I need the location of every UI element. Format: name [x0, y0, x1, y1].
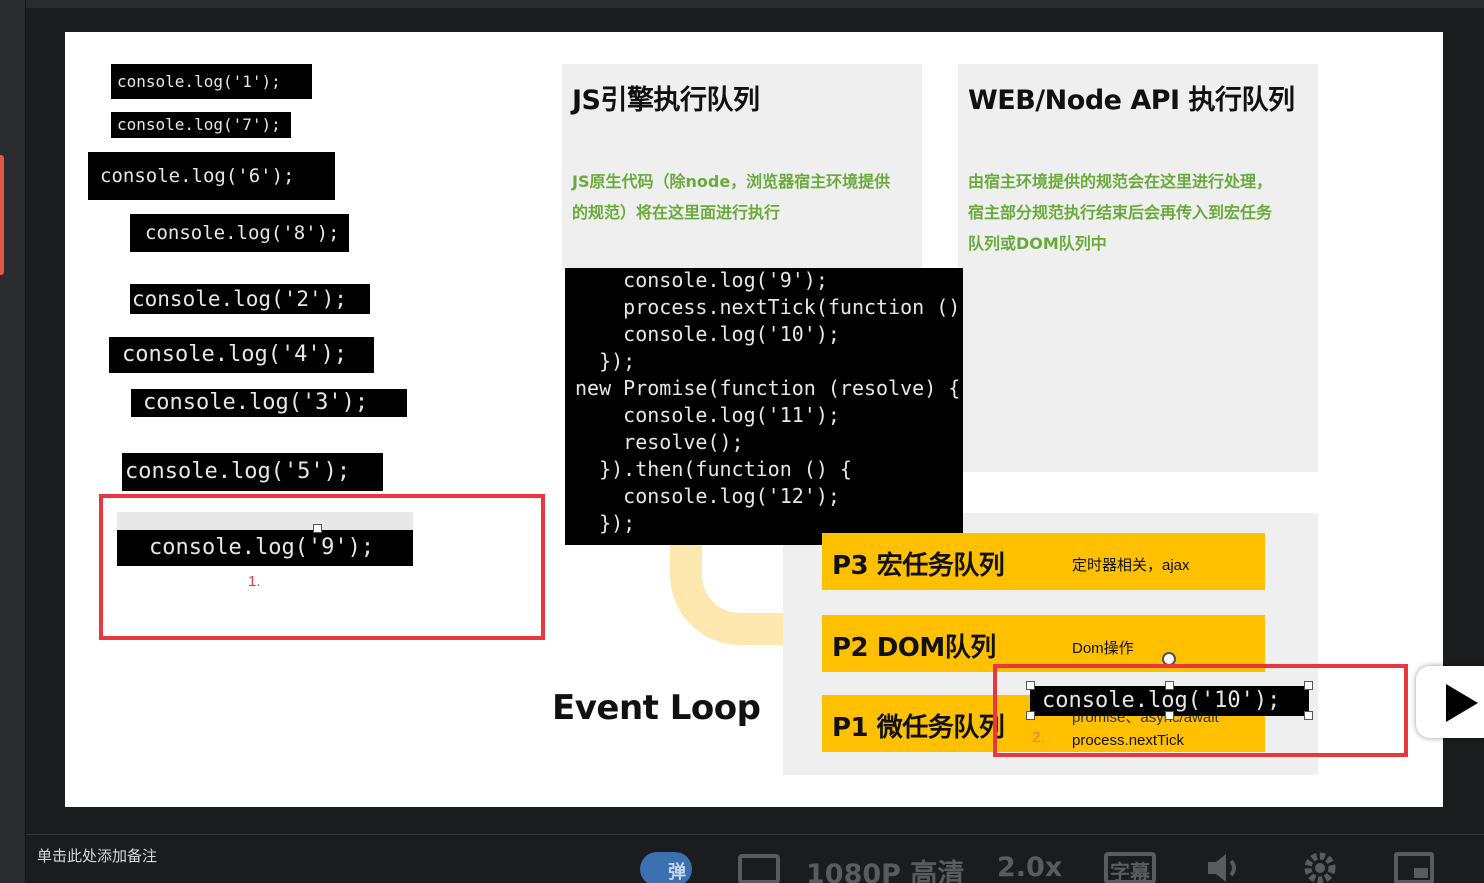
queue-label: P1 微任务队列 [832, 713, 1005, 743]
quality-selector[interactable]: 1080P 高清 [806, 852, 964, 883]
subtitle-button[interactable]: 字幕 [1104, 852, 1156, 883]
snippet-text: console.log('5'); [125, 459, 351, 484]
queue-p3-macrotask: P3 宏任务队列 定时器相关，ajax [822, 533, 1265, 590]
annotation-box-1 [99, 494, 545, 640]
annotation-number: 1. [248, 573, 261, 590]
code-line: console.log('10'); [575, 322, 840, 346]
snippet-text: console.log('6'); [100, 164, 295, 187]
panel-title: WEB/Node API 执行队列 [968, 85, 1295, 116]
queue-label: P3 宏任务队列 [832, 551, 1005, 581]
quality-icon[interactable] [738, 854, 780, 883]
snippet-log-6: console.log('6'); [88, 152, 335, 200]
code-block: console.log('9'); process.nextTick(funct… [565, 268, 963, 545]
play-icon [1446, 684, 1478, 722]
js-engine-panel: JS引擎执行队列 JS原生代码（除node，浏览器宿主环境提供 的规范）将在这里… [562, 64, 922, 270]
code-line: }); [575, 349, 636, 373]
snippet-text: console.log('3'); [143, 390, 369, 415]
picture-in-picture-icon[interactable] [1394, 852, 1434, 883]
left-sidebar-strip [0, 0, 26, 883]
code-line: console.log('9'); [575, 268, 828, 292]
top-bar [26, 0, 1484, 8]
snippet-log-8: console.log('8'); [130, 214, 349, 252]
code-line: }).then(function () { [575, 457, 852, 481]
volume-icon[interactable] [1204, 852, 1244, 883]
panel-title: JS引擎执行队列 [572, 85, 760, 116]
desc-line: 宿主部分规范执行结束后会再传入到宏任务 [968, 203, 1273, 222]
snippet-log-7: console.log('7'); [111, 112, 291, 138]
panel-description: JS原生代码（除node，浏览器宿主环境提供 的规范）将在这里面进行执行 [572, 166, 890, 228]
code-line: console.log('12'); [575, 484, 840, 508]
queue-note: 定时器相关，ajax [1072, 557, 1190, 574]
panel-description: 由宿主环境提供的规范会在这里进行处理， 宿主部分规范执行结束后会再传入到宏任务 … [968, 166, 1272, 259]
snippet-text: console.log('7'); [117, 115, 281, 134]
snippet-text: console.log('1'); [117, 71, 281, 91]
desc-line: 队列或DOM队列中 [968, 234, 1107, 253]
subtitle-label: 字幕 [1110, 862, 1150, 883]
snippet-text: console.log('8'); [145, 221, 340, 244]
annotation-box-2 [993, 664, 1408, 757]
settings-icon[interactable] [1300, 850, 1340, 883]
snippet-text: console.log('2'); [132, 286, 347, 311]
code-line: }); [575, 511, 636, 535]
snippet-log-5: console.log('5'); [122, 453, 383, 491]
play-button[interactable] [1416, 666, 1484, 738]
speed-selector[interactable]: 2.0x [997, 852, 1062, 883]
web-node-api-panel: WEB/Node API 执行队列 由宿主环境提供的规范会在这里进行处理， 宿主… [958, 64, 1318, 472]
notes-placeholder[interactable]: 单击此处添加备注 [37, 845, 157, 866]
queue-note: Dom操作 [1072, 640, 1134, 657]
snippet-text: console.log('4'); [122, 342, 348, 367]
danmaku-label: 弹 [668, 862, 686, 882]
desc-line: 由宿主环境提供的规范会在这里进行处理， [968, 172, 1273, 191]
side-tab-handle[interactable] [0, 155, 4, 275]
desc-line: 的规范）将在这里面进行执行 [572, 203, 781, 222]
snippet-log-1: console.log('1'); [111, 64, 312, 99]
queue-label: P2 DOM队列 [832, 633, 996, 663]
snippet-log-4: console.log('4'); [109, 337, 374, 373]
desc-line: JS原生代码（除node，浏览器宿主环境提供 [572, 172, 891, 191]
event-loop-title: Event Loop [552, 688, 761, 728]
snippet-log-3: console.log('3'); [131, 389, 407, 417]
code-line: console.log('11'); [575, 403, 840, 427]
code-line: new Promise(function (resolve) { [575, 376, 961, 400]
annotation-number: 2. [1032, 729, 1045, 746]
danmaku-toggle[interactable]: 弹 [640, 852, 692, 883]
snippet-log-2: console.log('2'); [130, 284, 370, 314]
code-line: resolve(); [575, 430, 744, 454]
code-line: process.nextTick(function () { [575, 295, 963, 319]
